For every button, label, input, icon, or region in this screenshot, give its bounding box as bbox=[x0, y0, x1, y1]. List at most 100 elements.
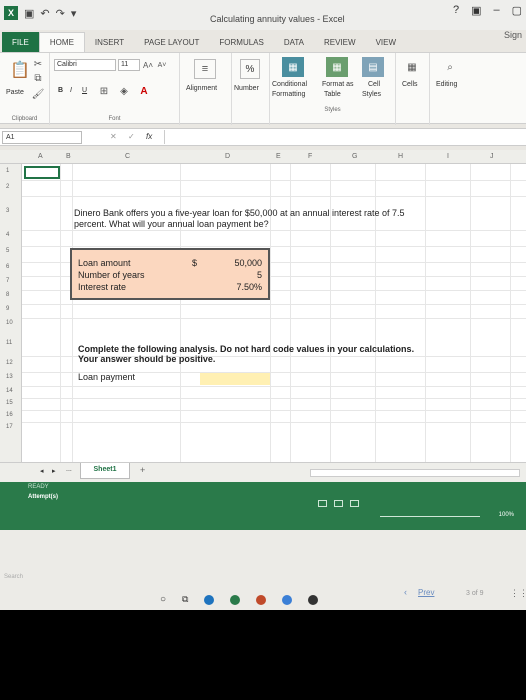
italic-button[interactable]: I bbox=[70, 87, 72, 94]
circle-icon[interactable]: ○ bbox=[160, 594, 166, 605]
column-header[interactable]: C bbox=[125, 153, 130, 160]
row-header[interactable]: 8 bbox=[6, 292, 9, 298]
column-header[interactable]: D bbox=[225, 153, 230, 160]
tab-insert[interactable]: INSERT bbox=[85, 38, 134, 52]
redo-icon[interactable]: ↷ bbox=[56, 7, 65, 20]
binoculars-icon[interactable]: ⌕ bbox=[440, 57, 460, 77]
row-header[interactable]: 16 bbox=[6, 412, 13, 418]
paste-button[interactable]: Paste bbox=[6, 89, 24, 96]
fill-color-icon[interactable]: ◈ bbox=[118, 85, 130, 97]
column-header[interactable]: J bbox=[490, 153, 494, 160]
loan-payment-answer-cell[interactable] bbox=[200, 373, 270, 385]
tab-review[interactable]: REVIEW bbox=[314, 38, 366, 52]
row-header[interactable]: 6 bbox=[6, 264, 9, 270]
minimize-button[interactable]: – bbox=[493, 4, 499, 17]
next-sheet-icon[interactable]: ▸ bbox=[52, 467, 56, 475]
zoom-level[interactable]: 100% bbox=[499, 512, 514, 518]
percent-icon[interactable]: % bbox=[240, 59, 260, 79]
row-header[interactable]: 5 bbox=[6, 248, 9, 254]
column-header[interactable]: I bbox=[447, 153, 449, 160]
conditional-formatting-icon[interactable]: ▦ bbox=[282, 57, 304, 77]
row-header[interactable]: 13 bbox=[6, 374, 13, 380]
tab-page-layout[interactable]: PAGE LAYOUT bbox=[134, 38, 209, 52]
function-icon[interactable]: fx bbox=[146, 132, 152, 141]
row-header[interactable]: 1 bbox=[6, 168, 9, 174]
customize-qat-icon[interactable]: ▾ bbox=[71, 7, 77, 20]
editing-button[interactable]: Editing bbox=[436, 81, 457, 88]
row-header[interactable]: 14 bbox=[6, 388, 13, 394]
cell-styles-icon[interactable]: ▤ bbox=[362, 57, 384, 77]
loan-amount-value[interactable]: 50,000 bbox=[234, 258, 262, 268]
row-header[interactable]: 7 bbox=[6, 278, 9, 284]
alignment-button[interactable]: Alignment bbox=[186, 85, 217, 92]
prev-button[interactable]: Prev bbox=[418, 588, 434, 597]
ribbon-display-icon[interactable]: ▣ bbox=[471, 4, 481, 17]
undo-icon[interactable]: ↶ bbox=[40, 7, 49, 20]
bold-button[interactable]: B bbox=[58, 87, 63, 94]
column-header[interactable]: B bbox=[66, 153, 71, 160]
prev-arrow-icon[interactable]: ‹ bbox=[404, 587, 407, 597]
prev-sheet-icon[interactable]: ◂ bbox=[40, 467, 44, 475]
copy-icon[interactable]: ⧉ bbox=[32, 73, 44, 84]
shrink-font-icon[interactable]: A˅ bbox=[156, 59, 168, 71]
help-button[interactable]: ? bbox=[453, 4, 459, 17]
cells-button[interactable]: Cells bbox=[402, 81, 418, 88]
borders-icon[interactable]: ⊞ bbox=[98, 85, 110, 97]
normal-view-icon[interactable] bbox=[318, 500, 327, 507]
cancel-icon[interactable]: ✕ bbox=[110, 132, 117, 141]
font-size-select[interactable]: 11 bbox=[118, 59, 140, 71]
font-color-icon[interactable]: A bbox=[138, 85, 150, 97]
search-label[interactable]: Search bbox=[4, 574, 23, 580]
new-sheet-button[interactable]: + bbox=[140, 465, 145, 475]
tab-file[interactable]: FILE bbox=[2, 32, 39, 52]
more-sheets-button[interactable]: ... bbox=[66, 466, 72, 473]
formula-input[interactable] bbox=[164, 130, 524, 144]
tab-home[interactable]: HOME bbox=[38, 32, 85, 52]
row-header[interactable]: 11 bbox=[6, 340, 12, 346]
cell-styles-button[interactable]: Cell bbox=[368, 81, 380, 88]
format-as-table-button[interactable]: Format as bbox=[322, 81, 354, 88]
grow-font-icon[interactable]: A˄ bbox=[142, 59, 154, 71]
row-header[interactable]: 9 bbox=[6, 306, 9, 312]
office-icon[interactable] bbox=[256, 594, 267, 605]
row-header[interactable]: 3 bbox=[6, 208, 9, 214]
tab-view[interactable]: VIEW bbox=[366, 38, 406, 52]
page-layout-view-icon[interactable] bbox=[334, 500, 343, 507]
name-box[interactable]: A1 bbox=[2, 131, 82, 144]
column-header[interactable]: E bbox=[276, 153, 281, 160]
column-header[interactable]: G bbox=[352, 153, 357, 160]
row-header[interactable]: 2 bbox=[6, 184, 9, 190]
format-as-table-button-line2[interactable]: Table bbox=[324, 91, 341, 98]
edge-icon[interactable] bbox=[204, 594, 215, 605]
selected-cell-a1[interactable] bbox=[24, 166, 60, 179]
column-header[interactable]: A bbox=[38, 153, 43, 160]
conditional-formatting-button[interactable]: Conditional bbox=[272, 81, 307, 88]
grid-view-icon[interactable]: ⋮⋮ bbox=[510, 588, 526, 599]
paste-icon[interactable]: 📋 bbox=[8, 59, 32, 81]
row-header[interactable]: 10 bbox=[6, 320, 13, 326]
column-header[interactable]: H bbox=[398, 153, 403, 160]
cells-icon[interactable]: ▦ bbox=[402, 57, 422, 77]
cut-icon[interactable]: ✂ bbox=[32, 59, 44, 70]
page-break-view-icon[interactable] bbox=[350, 500, 359, 507]
enter-icon[interactable]: ✓ bbox=[128, 132, 135, 141]
row-header[interactable]: 4 bbox=[6, 232, 9, 238]
conditional-formatting-button-line2[interactable]: Formatting bbox=[272, 91, 305, 98]
steam-icon[interactable] bbox=[308, 594, 319, 605]
font-name-select[interactable]: Calibri bbox=[54, 59, 116, 71]
format-painter-icon[interactable]: 🖌 bbox=[32, 89, 45, 100]
number-button[interactable]: Number bbox=[234, 85, 259, 92]
horizontal-scrollbar[interactable] bbox=[310, 469, 520, 477]
row-header[interactable]: 17 bbox=[6, 424, 13, 430]
zoom-slider[interactable] bbox=[380, 516, 480, 517]
excel-taskbar-icon[interactable] bbox=[230, 594, 241, 605]
task-view-icon[interactable]: ⧉ bbox=[182, 594, 188, 605]
row-header[interactable]: 12 bbox=[6, 360, 13, 366]
tab-formulas[interactable]: FORMULAS bbox=[209, 38, 273, 52]
number-of-years-value[interactable]: 5 bbox=[257, 270, 262, 280]
row-header[interactable]: 15 bbox=[6, 400, 13, 406]
spreadsheet-grid[interactable]: A B C D E F G H I J 1 2 3 4 5 6 7 8 9 10… bbox=[0, 150, 526, 462]
restore-icon[interactable]: ▢ bbox=[512, 4, 522, 17]
tab-data[interactable]: DATA bbox=[274, 38, 314, 52]
format-as-table-icon[interactable]: ▦ bbox=[326, 57, 348, 77]
